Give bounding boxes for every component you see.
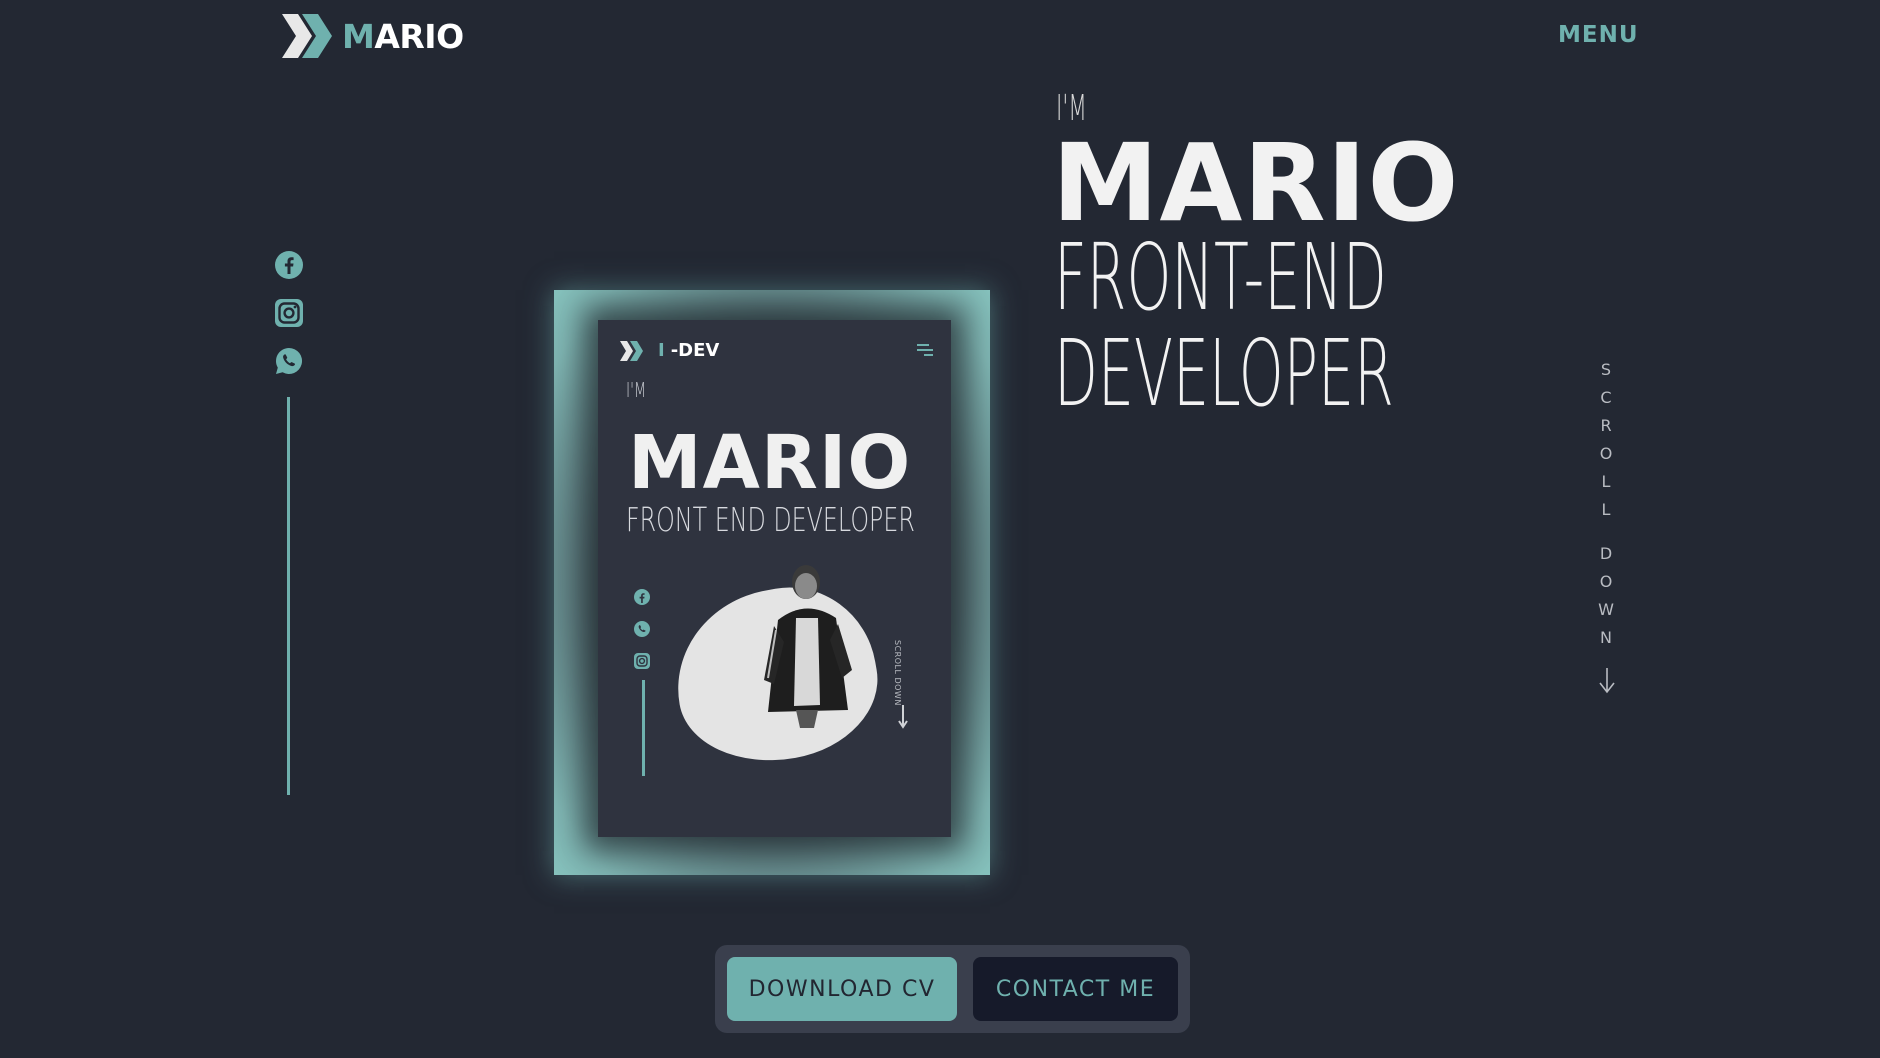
scroll-letter: C <box>1600 388 1612 407</box>
arrow-down-icon[interactable] <box>1598 666 1616 694</box>
site-logo[interactable]: MARIO <box>282 14 464 58</box>
scroll-letter: R <box>1600 416 1612 435</box>
social-links <box>274 250 304 394</box>
hero-role-line-2: DEVELOPER <box>1054 320 1394 427</box>
scroll-letter: W <box>1598 600 1614 619</box>
scroll-letter: S <box>1600 360 1612 379</box>
arrow-down-icon <box>898 705 908 729</box>
mockup-name: MARIO <box>628 420 912 506</box>
scroll-letter: L <box>1601 500 1611 519</box>
mockup-divider-line <box>642 680 645 776</box>
mockup-im-text: I'M <box>626 378 647 402</box>
hero-role-line-1: FRONT-END <box>1054 224 1387 331</box>
mockup-logo-text: I -DEV <box>652 340 719 361</box>
mockup-social-icons <box>633 588 651 684</box>
facebook-icon[interactable] <box>274 250 304 280</box>
instagram-icon[interactable] <box>274 298 304 328</box>
download-cv-button[interactable]: DOWNLOAD CV <box>727 957 957 1021</box>
chevron-logo-icon <box>620 340 643 361</box>
chevron-logo-icon <box>282 14 332 58</box>
facebook-icon <box>633 588 651 606</box>
logo-rest: ARIO <box>374 16 464 56</box>
hero-role: FRONT-END DEVELOPER <box>1054 230 1394 422</box>
mockup-scroll-label: SCROLL DOWN <box>893 640 902 706</box>
portfolio-mockup-image: I -DEV I'M MARIO FRONT END DEVELOPER SCRO… <box>554 290 990 875</box>
whatsapp-icon[interactable] <box>274 346 304 376</box>
logo-first-letter: M <box>342 16 375 56</box>
scroll-letter: D <box>1599 544 1613 563</box>
contact-me-button[interactable]: CONTACT ME <box>973 957 1178 1021</box>
cta-button-group: DOWNLOAD CV CONTACT ME <box>715 945 1190 1033</box>
scroll-letter: O <box>1599 572 1613 591</box>
mockup-logo-rest: -DEV <box>670 340 720 361</box>
scroll-letter: O <box>1599 444 1613 463</box>
mockup-logo: I -DEV <box>620 340 719 361</box>
mockup-role: FRONT END DEVELOPER <box>626 500 915 539</box>
whatsapp-icon <box>633 620 651 638</box>
social-divider-line <box>287 397 290 795</box>
instagram-icon <box>633 652 651 670</box>
person-photo <box>764 565 852 728</box>
mockup-screen: I -DEV I'M MARIO FRONT END DEVELOPER SCRO… <box>598 320 951 837</box>
scroll-letter: N <box>1600 628 1612 647</box>
scroll-down-indicator[interactable]: S C R O L L D O W N <box>1596 356 1616 652</box>
mockup-hamburger-icon <box>917 344 933 359</box>
scroll-letter: L <box>1601 472 1611 491</box>
menu-button[interactable]: MENU <box>1558 22 1639 48</box>
mockup-logo-first: I <box>658 340 665 361</box>
logo-text: MARIO <box>342 17 464 56</box>
